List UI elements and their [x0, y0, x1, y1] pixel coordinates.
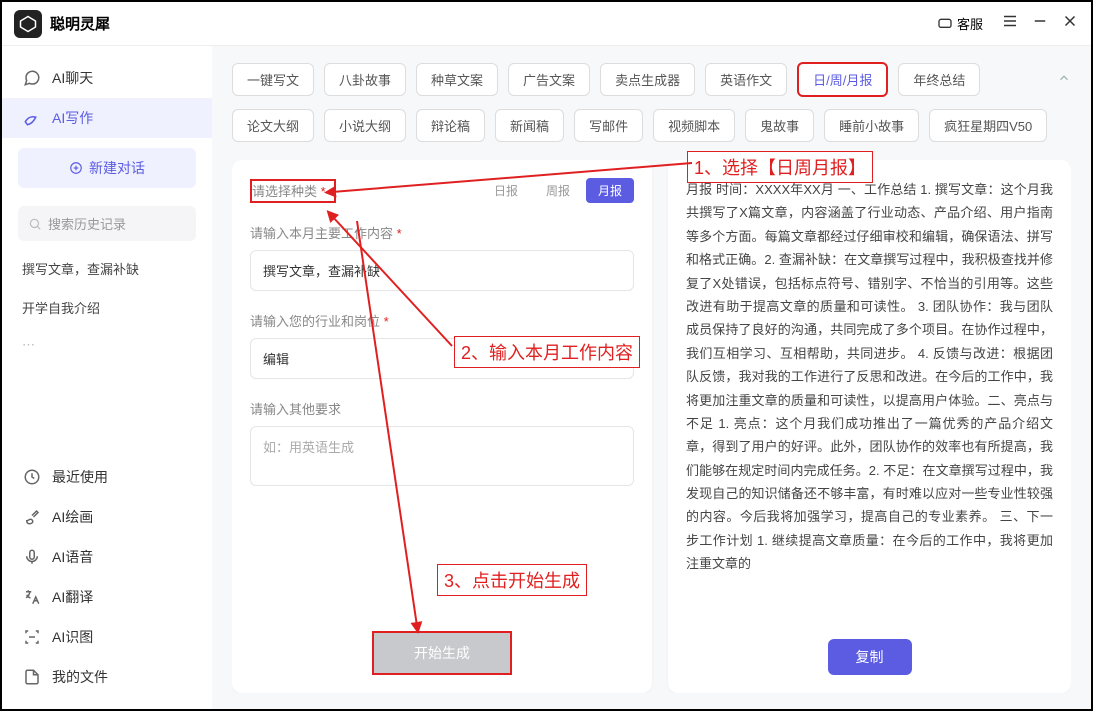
category-tabs: 一键写文 八卦故事 种草文案 广告文案 卖点生成器 英语作文 日/周/月报 年终… — [232, 62, 1071, 142]
sidebar-tool-translate[interactable]: AI翻译 — [2, 577, 212, 617]
content-label: 请输入本月主要工作内容 — [250, 223, 634, 242]
search-input[interactable]: 搜索历史记录 — [18, 206, 196, 241]
copy-button[interactable]: 复制 — [828, 639, 912, 675]
generate-button[interactable]: 开始生成 — [372, 631, 512, 675]
sidebar-tool-recent[interactable]: 最近使用 — [2, 457, 212, 497]
cat-tab[interactable]: 睡前小故事 — [824, 109, 919, 142]
new-chat-button[interactable]: 新建对话 — [18, 148, 196, 188]
period-tabs: 日报 周报 月报 — [482, 178, 634, 203]
sidebar-tool-image[interactable]: AI识图 — [2, 617, 212, 657]
cat-tab[interactable]: 疯狂星期四V50 — [929, 109, 1047, 142]
cat-tab-report[interactable]: 日/周/月报 — [797, 62, 888, 97]
body: AI聊天 AI写作 新建对话 搜索历史记录 撰写文章，查漏补缺 开学自我介绍 ⋯… — [2, 46, 1091, 709]
industry-label: 请输入您的行业和岗位 — [250, 311, 634, 330]
content-area: 请选择种类 日报 周报 月报 请输入本月主要工作内容 撰写文章，查漏补缺 请输入… — [232, 160, 1071, 693]
result-panel: 月报 时间：XXXX年XX月 一、工作总结 1. 撰写文章：这个月我共撰写了X篇… — [668, 160, 1071, 693]
collapse-icon[interactable] — [1057, 71, 1071, 88]
industry-input[interactable]: 编辑 — [250, 338, 634, 379]
app-logo — [14, 10, 42, 38]
content-input[interactable]: 撰写文章，查漏补缺 — [250, 250, 634, 291]
app-title: 聪明灵犀 — [50, 13, 110, 34]
cat-tab[interactable]: 种草文案 — [416, 63, 498, 96]
scan-icon — [22, 628, 42, 646]
cat-tab[interactable]: 英语作文 — [705, 63, 787, 96]
close-icon[interactable] — [1061, 12, 1079, 35]
cat-tab[interactable]: 年终总结 — [898, 63, 980, 96]
history-more: ⋯ — [2, 327, 212, 363]
cat-tab[interactable]: 八卦故事 — [324, 63, 406, 96]
cat-tab[interactable]: 写邮件 — [574, 109, 643, 142]
sidebar-item-chat[interactable]: AI聊天 — [2, 58, 212, 98]
history-item[interactable]: 撰写文章，查漏补缺 — [2, 249, 212, 288]
cat-tab[interactable]: 一键写文 — [232, 63, 314, 96]
search-icon — [28, 217, 42, 231]
result-text: 月报 时间：XXXX年XX月 一、工作总结 1. 撰写文章：这个月我共撰写了X篇… — [686, 178, 1053, 627]
cat-tab[interactable]: 鬼故事 — [745, 109, 814, 142]
customer-service-button[interactable]: 客服 — [931, 10, 989, 37]
cat-tab[interactable]: 广告文案 — [508, 63, 590, 96]
cat-tab[interactable]: 卖点生成器 — [600, 63, 695, 96]
brush-icon — [22, 508, 42, 526]
file-icon — [22, 668, 42, 686]
period-tab-week[interactable]: 周报 — [534, 178, 582, 203]
sidebar-tool-voice[interactable]: AI语音 — [2, 537, 212, 577]
cat-tab[interactable]: 辩论稿 — [416, 109, 485, 142]
period-tab-month[interactable]: 月报 — [586, 178, 634, 203]
chat-icon — [22, 69, 42, 87]
other-label: 请输入其他要求 — [250, 399, 634, 418]
minimize-icon[interactable] — [1031, 12, 1049, 35]
chat-icon — [937, 16, 953, 32]
cat-tab[interactable]: 视频脚本 — [653, 109, 735, 142]
translate-icon — [22, 588, 42, 606]
type-label: 请选择种类 — [252, 184, 326, 199]
period-tab-day[interactable]: 日报 — [482, 178, 530, 203]
form-panel: 请选择种类 日报 周报 月报 请输入本月主要工作内容 撰写文章，查漏补缺 请输入… — [232, 160, 652, 693]
clock-icon — [22, 468, 42, 486]
sidebar-item-write[interactable]: AI写作 — [2, 98, 212, 138]
plus-icon — [69, 161, 83, 175]
menu-icon[interactable] — [1001, 12, 1019, 35]
cat-tab[interactable]: 论文大纲 — [232, 109, 314, 142]
write-icon — [22, 109, 42, 127]
sidebar-tool-files[interactable]: 我的文件 — [2, 657, 212, 697]
history-item[interactable]: 开学自我介绍 — [2, 288, 212, 327]
cat-tab[interactable]: 新闻稿 — [495, 109, 564, 142]
sidebar: AI聊天 AI写作 新建对话 搜索历史记录 撰写文章，查漏补缺 开学自我介绍 ⋯… — [2, 46, 212, 709]
sidebar-tool-draw[interactable]: AI绘画 — [2, 497, 212, 537]
voice-icon — [22, 548, 42, 566]
main: 一键写文 八卦故事 种草文案 广告文案 卖点生成器 英语作文 日/周/月报 年终… — [212, 46, 1091, 709]
cat-tab[interactable]: 小说大纲 — [324, 109, 406, 142]
header: 聪明灵犀 客服 — [2, 2, 1091, 46]
other-input[interactable]: 如：用英语生成 — [250, 426, 634, 486]
